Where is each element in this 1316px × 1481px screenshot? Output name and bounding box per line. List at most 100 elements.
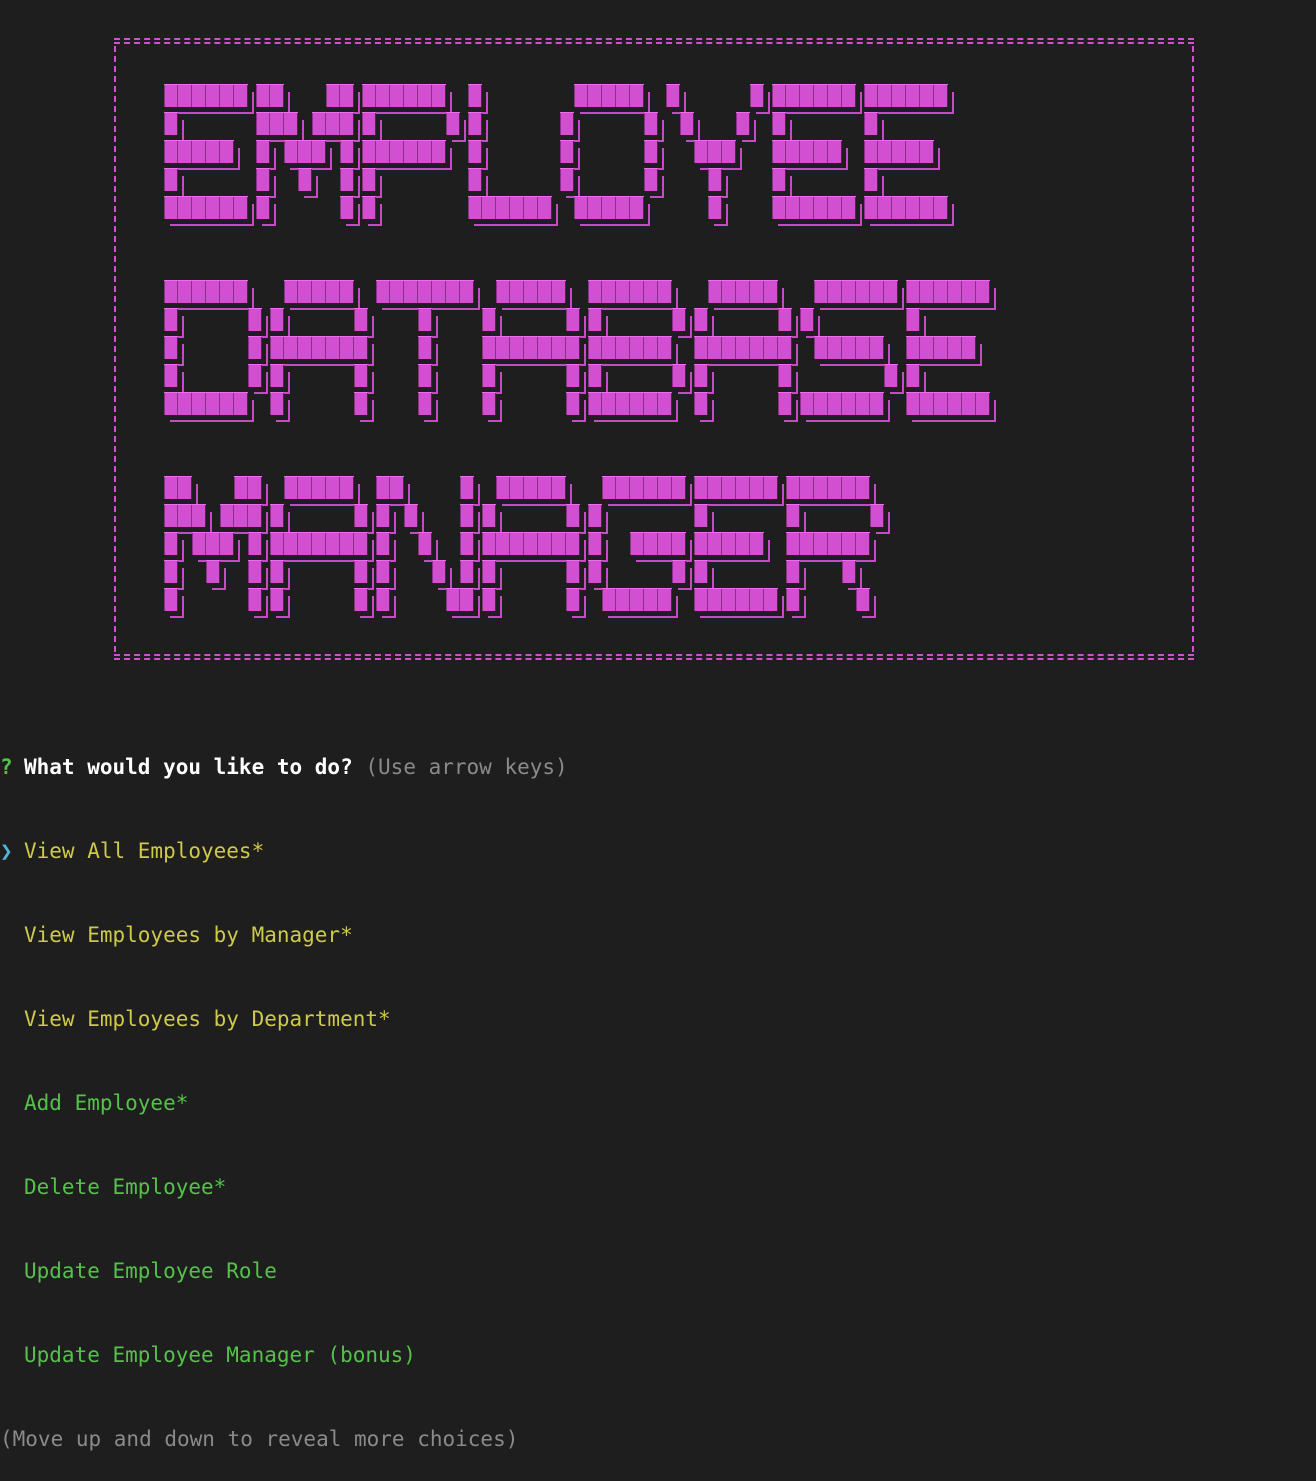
letter-block [566, 560, 580, 583]
letter-block [284, 476, 354, 499]
choice-update-employee-manager[interactable]: Update Employee Manager (bonus) [0, 1341, 568, 1369]
letter-block [906, 336, 976, 359]
letter-block [468, 168, 482, 191]
letter-block [482, 364, 496, 387]
letter-block [482, 504, 496, 527]
letter-block [468, 196, 552, 219]
letter-block [354, 364, 368, 387]
choice-view-employees-by-department[interactable]: View Employees by Department* [0, 1005, 568, 1033]
letter-block [354, 392, 368, 415]
letter-block [468, 112, 482, 135]
letter-block [248, 308, 262, 331]
letter-block [418, 532, 432, 555]
letter-block [164, 504, 206, 527]
letter-block [164, 364, 178, 387]
question-text: What would you like to do? [24, 755, 353, 779]
letter-block [482, 532, 580, 555]
letter-block [800, 392, 884, 415]
letter-block [482, 336, 580, 359]
letter-block [248, 336, 262, 359]
letter-block [354, 588, 368, 611]
letter-block [256, 112, 298, 135]
choice-view-all-employees[interactable]: ❯ View All Employees* [0, 837, 568, 865]
letter-block [906, 280, 990, 303]
letter-block [602, 476, 686, 499]
letter-block [164, 588, 178, 611]
letter-block [248, 588, 262, 611]
letter-block [496, 280, 566, 303]
letter-block [906, 308, 920, 331]
letter-block [362, 196, 376, 219]
letter-block [376, 532, 390, 555]
letter-block [468, 140, 482, 163]
letter-block [672, 560, 686, 583]
letter-block [694, 532, 764, 555]
letter-block [644, 112, 658, 135]
letter-block [772, 168, 786, 191]
letter-block [694, 336, 792, 359]
letter-block [864, 84, 948, 107]
letter-block [164, 308, 178, 331]
letter-block [284, 140, 326, 163]
letter-block [270, 392, 284, 415]
letter-block [418, 392, 432, 415]
letter-block [164, 168, 178, 191]
letter-block [164, 336, 178, 359]
letter-block [602, 588, 672, 611]
letter-block [772, 140, 842, 163]
letter-block [376, 560, 390, 583]
choice-label: View All Employees* [24, 839, 265, 863]
letter-block [800, 308, 814, 331]
letter-block [270, 336, 368, 359]
letter-block [694, 140, 736, 163]
letter-block [256, 84, 284, 107]
letter-block [164, 476, 192, 499]
letter-block [164, 140, 234, 163]
letter-block [164, 84, 248, 107]
more-choices-hint: (Move up and down to reveal more choices… [0, 1427, 519, 1451]
letter-block [376, 280, 474, 303]
letter-block [772, 84, 856, 107]
letter-block [164, 196, 248, 219]
letter-block [772, 196, 856, 219]
choice-add-employee[interactable]: Add Employee* [0, 1089, 568, 1117]
letter-block [644, 168, 658, 191]
letter-block [354, 560, 368, 583]
choice-update-employee-role[interactable]: Update Employee Role [0, 1257, 568, 1285]
letter-block [588, 308, 602, 331]
letter-block [312, 112, 354, 135]
choice-delete-employee[interactable]: Delete Employee* [0, 1173, 568, 1201]
letter-block [736, 112, 750, 135]
letter-block [362, 168, 376, 191]
question-row: ? What would you like to do? (Use arrow k… [0, 753, 568, 781]
letter-block [270, 532, 368, 555]
letter-block [778, 392, 792, 415]
letter-block [256, 140, 270, 163]
letter-block [694, 308, 708, 331]
letter-block [574, 196, 644, 219]
letter-block [694, 364, 708, 387]
letter-block [270, 504, 284, 527]
letter-block [418, 364, 432, 387]
letter-block [566, 392, 580, 415]
letter-block [786, 560, 800, 583]
letter-block [376, 588, 390, 611]
letter-block [588, 364, 602, 387]
letter-block [164, 112, 178, 135]
question-marker: ? [0, 755, 13, 779]
letter-block [574, 84, 644, 107]
banner-border-top [114, 38, 1194, 44]
letter-block [814, 280, 898, 303]
letter-block [566, 588, 580, 611]
letter-block [864, 140, 934, 163]
letter-block [164, 280, 248, 303]
letter-block [482, 308, 496, 331]
letter-block [298, 168, 312, 191]
choice-label: View Employees by Manager* [24, 923, 353, 947]
letter-block [376, 476, 404, 499]
letter-block [270, 560, 284, 583]
choice-view-employees-by-manager[interactable]: View Employees by Manager* [0, 921, 568, 949]
letter-block [340, 168, 354, 191]
ascii-banner: EMPLOYEE DATABASE MANAGER [114, 38, 1194, 660]
letter-block [778, 364, 792, 387]
